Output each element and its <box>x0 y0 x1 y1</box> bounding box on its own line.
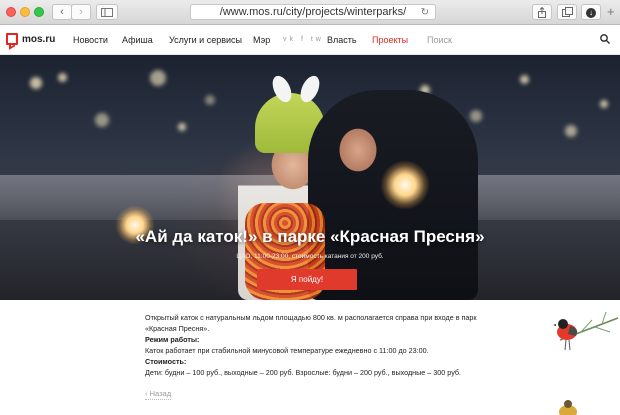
price-heading: Стоимость: <box>145 357 187 366</box>
nav-search[interactable]: Поиск <box>427 35 452 45</box>
nav-government[interactable]: Власть <box>327 35 357 45</box>
nav-news[interactable]: Новости <box>73 35 108 45</box>
bird-peek-illustration <box>559 400 577 415</box>
nav-services[interactable]: Услуги и сервисы <box>169 35 242 45</box>
share-icon <box>538 6 546 18</box>
url-text: /www.mos.ru/city/projects/winterparks/ <box>219 6 407 18</box>
bullfinch-illustration <box>553 311 619 351</box>
hero-banner: «Ай да каток!» в парке «Красная Пресня» … <box>0 55 620 300</box>
forward-button[interactable]: › <box>71 4 91 20</box>
site-logo[interactable]: mos.ru <box>6 33 55 45</box>
nav-afisha[interactable]: Афиша <box>122 35 153 45</box>
sparkler-right <box>380 160 430 210</box>
chevron-left-icon: ‹ <box>60 6 64 18</box>
intro-text: Открытый каток с натуральным льдом площа… <box>145 313 477 333</box>
hero-title: «Ай да каток!» в парке «Красная Пресня» <box>135 227 485 246</box>
back-button[interactable]: ‹ <box>52 4 72 20</box>
price-text: Дети: будни – 100 руб., выходные – 200 р… <box>145 368 461 377</box>
tabs-icon <box>561 7 573 17</box>
new-tab-button[interactable]: + <box>607 5 615 19</box>
close-window-button[interactable] <box>6 7 16 17</box>
hours-heading: Режим работы: <box>145 335 200 344</box>
sidebar-icon <box>101 8 113 17</box>
tabs-overview-button[interactable] <box>557 4 577 20</box>
chevron-right-icon: › <box>79 6 83 18</box>
download-icon: ↓ <box>586 8 596 18</box>
search-icon[interactable] <box>600 34 610 44</box>
site-header: mos.ru Новости Афиша Услуги и сервисы Мэ… <box>0 25 620 55</box>
hero-subtitle: ЦАО, 11:00-23:00, стоимость катания от 2… <box>236 253 384 260</box>
nav-mayor[interactable]: Мэр <box>253 35 270 45</box>
maximize-window-button[interactable] <box>34 7 44 17</box>
nav-projects[interactable]: Проекты <box>372 35 408 45</box>
article-body: Открытый каток с натуральным льдом площа… <box>145 312 485 378</box>
browser-toolbar: ‹ › /www.mos.ru/city/projects/winterpark… <box>0 0 620 25</box>
social-links[interactable]: vk f tw <box>283 36 324 43</box>
logo-text: mos.ru <box>22 33 56 45</box>
hours-text: Каток работает при стабильной минусовой … <box>145 346 429 355</box>
share-button[interactable] <box>532 4 552 20</box>
address-bar[interactable]: /www.mos.ru/city/projects/winterparks/ ↻ <box>190 4 436 20</box>
downloads-button[interactable]: ↓ <box>581 4 601 20</box>
reload-icon[interactable]: ↻ <box>421 6 429 20</box>
attend-button[interactable]: Я пойду! <box>257 269 357 290</box>
minimize-window-button[interactable] <box>20 7 30 17</box>
sidebar-toggle-button[interactable] <box>96 4 118 20</box>
logo-mark-icon <box>6 33 18 45</box>
back-link[interactable]: ‹ Назад <box>145 389 172 400</box>
